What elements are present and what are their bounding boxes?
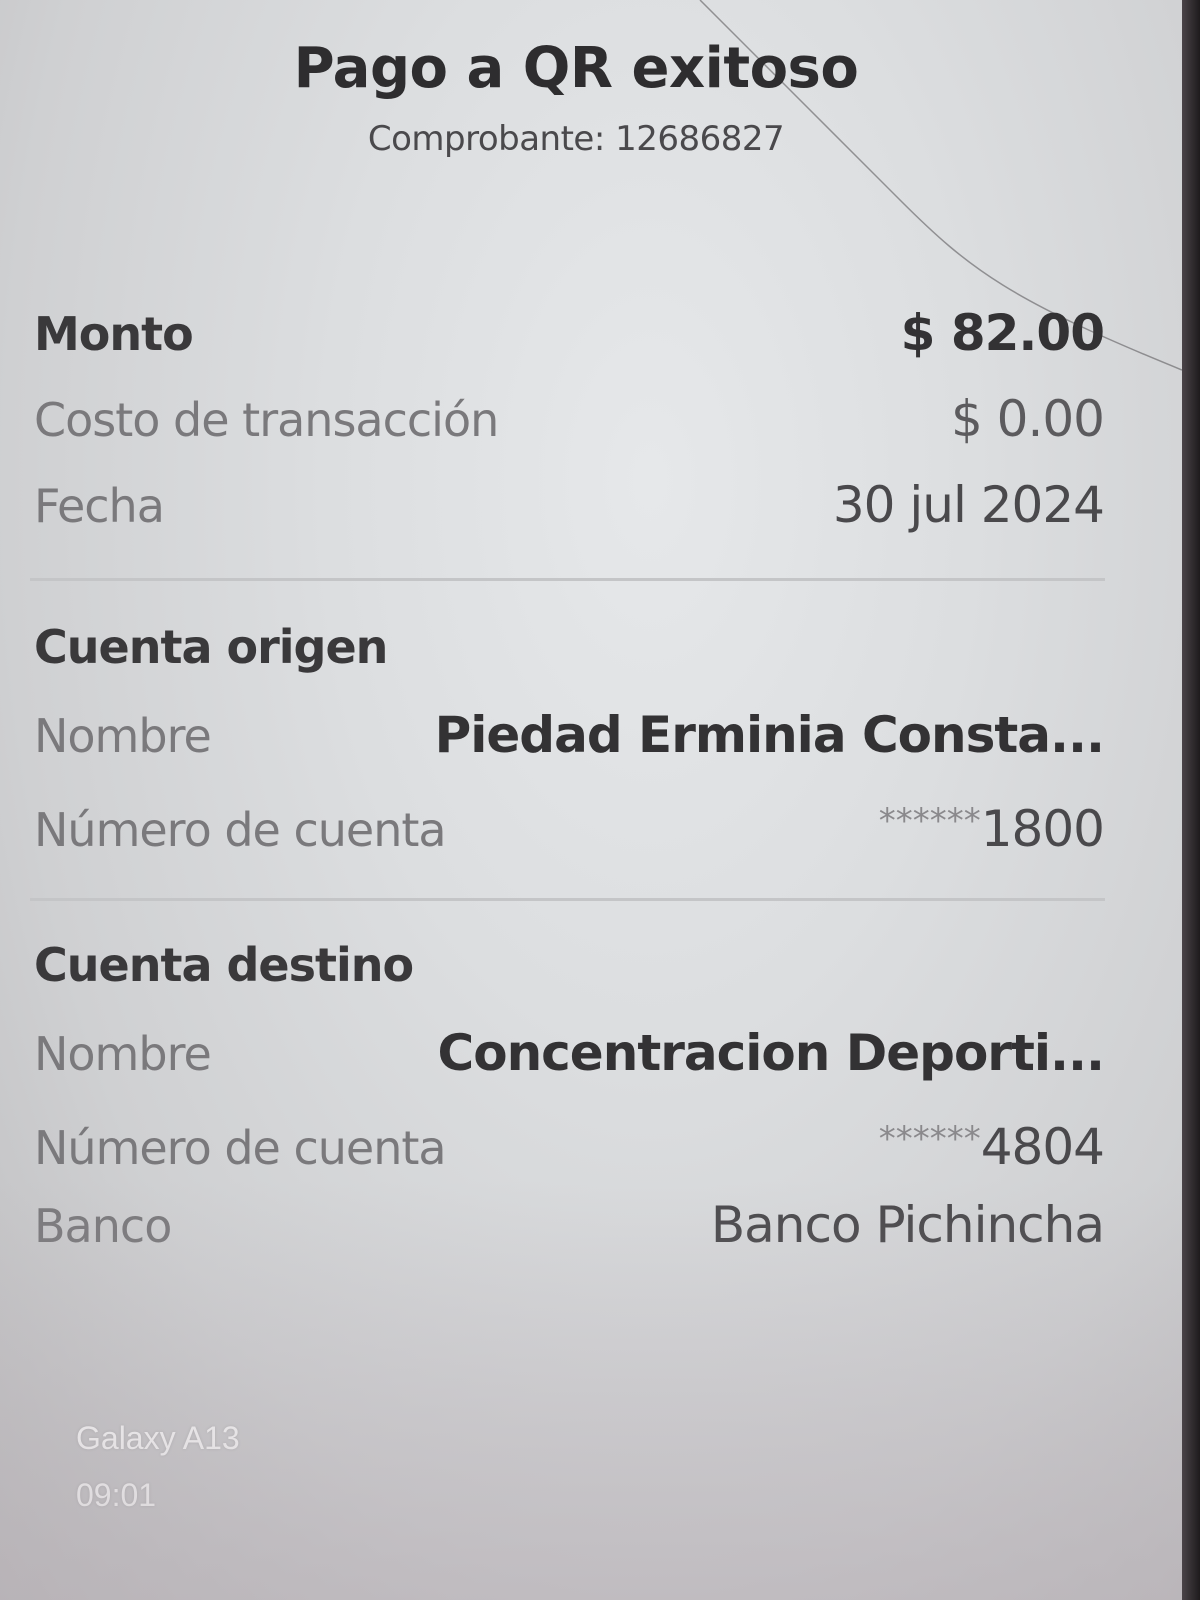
fee-value: $ 0.00 bbox=[950, 390, 1105, 448]
bank-row: Banco Banco Pichincha bbox=[34, 1182, 1105, 1268]
fee-label: Costo de transacción bbox=[34, 393, 499, 447]
destination-account-number: ******4804 bbox=[878, 1096, 1105, 1190]
origin-account-title: Cuenta origen bbox=[34, 620, 388, 674]
account-mask: ****** bbox=[878, 1119, 981, 1159]
destination-account-label: Número de cuenta bbox=[34, 1121, 447, 1175]
bank-value: Banco Pichincha bbox=[710, 1196, 1105, 1254]
bank-label: Banco bbox=[34, 1199, 172, 1253]
page-title: Pago a QR exitoso bbox=[293, 36, 859, 101]
divider bbox=[30, 898, 1105, 901]
phone-bezel bbox=[1182, 0, 1200, 1600]
device-name: Galaxy A13 bbox=[76, 1420, 240, 1456]
account-last-digits: 4804 bbox=[980, 1118, 1105, 1176]
origin-account-label: Número de cuenta bbox=[34, 803, 447, 857]
date-row: Fecha 30 jul 2024 bbox=[34, 462, 1105, 548]
amount-row: Monto $ 82.00 bbox=[34, 290, 1105, 376]
amount-label: Monto bbox=[34, 307, 194, 361]
origin-account-section: Cuenta origen Nombre Piedad Erminia Cons… bbox=[34, 602, 1105, 864]
destination-account-row: Número de cuenta ******4804 bbox=[34, 1096, 1105, 1182]
payment-summary: Monto $ 82.00 Costo de transacción $ 0.0… bbox=[34, 290, 1105, 548]
origin-name-row: Nombre Piedad Erminia Consta... bbox=[34, 692, 1105, 778]
divider bbox=[30, 578, 1105, 581]
origin-account-row: Número de cuenta ******1800 bbox=[34, 778, 1105, 864]
phone-screen: Pago a QR exitoso Comprobante: 12686827 … bbox=[0, 0, 1182, 1600]
capture-time: 09:01 bbox=[76, 1477, 157, 1513]
destination-name-label: Nombre bbox=[34, 1027, 212, 1081]
destination-account-title: Cuenta destino bbox=[34, 938, 414, 992]
amount-value: $ 82.00 bbox=[900, 304, 1105, 362]
header: Pago a QR exitoso Comprobante: 12686827 bbox=[0, 36, 1182, 159]
origin-name-value: Piedad Erminia Consta... bbox=[434, 706, 1105, 764]
origin-account-number: ******1800 bbox=[878, 778, 1105, 872]
destination-name-row: Nombre Concentracion Deporti... bbox=[34, 1010, 1105, 1096]
account-last-digits: 1800 bbox=[980, 800, 1105, 858]
destination-name-value: Concentracion Deporti... bbox=[437, 1024, 1105, 1082]
date-value: 30 jul 2024 bbox=[832, 476, 1105, 534]
camera-watermark: Galaxy A13 09:01 bbox=[76, 1410, 240, 1524]
account-mask: ****** bbox=[878, 801, 981, 841]
receipt-number: Comprobante: 12686827 bbox=[367, 119, 785, 159]
destination-account-section: Cuenta destino Nombre Concentracion Depo… bbox=[34, 920, 1105, 1268]
origin-name-label: Nombre bbox=[34, 709, 212, 763]
date-label: Fecha bbox=[34, 479, 165, 533]
fee-row: Costo de transacción $ 0.00 bbox=[34, 376, 1105, 462]
